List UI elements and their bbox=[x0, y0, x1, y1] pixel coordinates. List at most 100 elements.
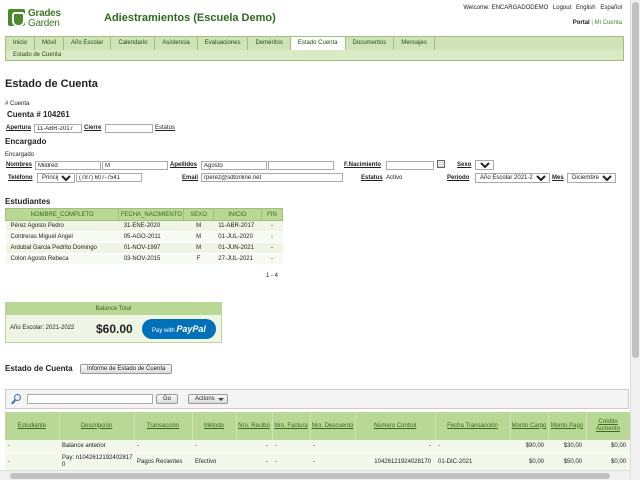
grades-garden-logo[interactable]: Grades Garden bbox=[8, 7, 78, 31]
search-icon[interactable] bbox=[10, 393, 24, 405]
sexo-select[interactable]: F bbox=[475, 160, 494, 170]
cell-numero-control: - bbox=[355, 440, 435, 454]
cell-nro-recibo: - bbox=[236, 453, 272, 472]
col-descripcion[interactable]: Descripción bbox=[59, 412, 135, 440]
cell-nombre: Contreras Miguel Angel bbox=[5, 231, 119, 243]
col-nro-descuento[interactable]: Nro. Descuento bbox=[310, 412, 356, 440]
paypal-button[interactable]: Pay with PayPal bbox=[142, 319, 216, 339]
user-menu: Welcome: ENCARGADODEMO Logout English Es… bbox=[460, 5, 622, 11]
horizontal-scroll-thumb[interactable] bbox=[10, 473, 610, 479]
cell-inicio: 01-JUN-2021 bbox=[213, 242, 262, 254]
subnav-estado-de-cuenta[interactable]: Estado de Cuenta bbox=[13, 52, 61, 58]
encargado-heading: Encargado bbox=[5, 137, 47, 146]
col-numero-control[interactable]: Número Control bbox=[355, 412, 436, 440]
table-row: Pérez Agosto Pedro 31-ENE-2020 M 11-ABR-… bbox=[5, 220, 283, 232]
cell-fecha: 03-NOV-2015 bbox=[118, 253, 184, 265]
mi-cuenta-link[interactable]: Mi Cuenta bbox=[595, 20, 622, 26]
logout-link[interactable]: Logout bbox=[553, 5, 571, 11]
col-sexo[interactable]: SEXO bbox=[183, 208, 214, 221]
estatus-label: Estatus bbox=[155, 125, 176, 131]
col-nombre[interactable]: NOMBRE_COMPLETO bbox=[4, 208, 120, 221]
telefono-tipo-select[interactable]: Principal bbox=[37, 173, 75, 183]
vertical-scroll-thumb[interactable] bbox=[632, 2, 639, 358]
vertical-scrollbar[interactable] bbox=[630, 0, 640, 480]
col-fecha-nacimiento[interactable]: FECHA_NACIMIENTO bbox=[118, 208, 185, 221]
tab-calendario[interactable]: Calendario bbox=[111, 37, 156, 50]
col-fin[interactable]: FIN bbox=[261, 208, 283, 221]
cell-monto-cargo: $90,00 bbox=[510, 440, 548, 454]
tab-documentos[interactable]: Documentos bbox=[346, 37, 395, 50]
cell-nro-descuento: - bbox=[310, 453, 355, 472]
telefono-field[interactable] bbox=[76, 173, 142, 182]
col-inicio[interactable]: INICIO bbox=[212, 208, 263, 221]
col-nro-recibo[interactable]: Nro. Recibo bbox=[236, 412, 273, 440]
cell-fin: - bbox=[261, 231, 283, 243]
col-credito-aumento[interactable]: Crédito Aumento bbox=[586, 412, 631, 440]
tab-mensajes[interactable]: Mensajes bbox=[394, 37, 435, 50]
cell-sexo: M bbox=[183, 242, 214, 254]
school-name: Adiestramientos (Escuela Demo) bbox=[104, 12, 276, 24]
mes-select[interactable]: Diciembre bbox=[567, 173, 616, 183]
tab-estado-cuenta[interactable]: Estado Cuenta bbox=[290, 37, 346, 51]
col-monto-pago[interactable]: Monto Pago bbox=[548, 412, 587, 440]
segundo-apellido-field[interactable] bbox=[268, 161, 334, 170]
horizontal-scrollbar[interactable] bbox=[0, 470, 630, 480]
cell-nro-descuento: - bbox=[310, 440, 355, 454]
apellido-field[interactable] bbox=[201, 161, 267, 170]
table-row: - Pay: n10426121924028170 Pagos Reciente… bbox=[5, 453, 630, 472]
informe-estado-cuenta-button[interactable]: Informe de Estado de Cuenta bbox=[80, 364, 173, 374]
cell-transaccion: Pagos Recientes bbox=[134, 453, 192, 472]
email-field[interactable] bbox=[201, 173, 343, 182]
chevron-down-icon bbox=[217, 398, 224, 401]
col-metodo[interactable]: Método bbox=[192, 412, 237, 440]
email-label: Email bbox=[182, 175, 199, 181]
page-title: Estado de Cuenta bbox=[5, 78, 98, 90]
portal-link[interactable]: Portal bbox=[573, 20, 590, 26]
cell-monto-pago: $50,00 bbox=[548, 453, 586, 472]
cell-monto-pago: $30,00 bbox=[548, 440, 586, 454]
num-cuenta-label: # Cuenta bbox=[5, 101, 30, 107]
balance-panel: Balance Total Año Escolar: 2021-2022 $60… bbox=[5, 302, 222, 343]
sexo-label: Sexo bbox=[457, 162, 472, 168]
col-fecha-transaccion[interactable]: Fecha Transacción bbox=[435, 412, 511, 440]
cell-fecha: 05-AGO-2011 bbox=[118, 231, 184, 243]
nacimiento-field[interactable] bbox=[386, 161, 434, 170]
tab-ano-escolar[interactable]: Año Escolar bbox=[64, 37, 112, 50]
col-nro-factura[interactable]: Nro. Factura bbox=[272, 412, 311, 440]
segundo-nombre-field[interactable] bbox=[102, 161, 168, 170]
apellidos-label: Apellidos bbox=[170, 162, 198, 168]
tab-evaluaciones[interactable]: Evaluaciones bbox=[198, 37, 249, 50]
espanol-link[interactable]: Español bbox=[600, 5, 622, 11]
portal-links: Portal | Mi Cuenta bbox=[573, 20, 622, 26]
english-link[interactable]: English bbox=[576, 5, 596, 11]
cell-inicio: 01-JUL-2020 bbox=[213, 231, 262, 243]
col-monto-cargo[interactable]: Monto Cargo bbox=[510, 412, 549, 440]
estatus-encargado-label: Estatus bbox=[361, 175, 383, 181]
tab-inicio[interactable]: Inicio bbox=[6, 37, 36, 50]
cell-nombre: Colon Agosto Rebeca bbox=[5, 253, 119, 265]
cell-numero-control: 10426121924028170 bbox=[355, 453, 435, 472]
cell-fin: - bbox=[261, 253, 283, 265]
cierre-field[interactable] bbox=[105, 124, 153, 133]
search-input[interactable] bbox=[27, 394, 153, 404]
col-transaccion[interactable]: Transacción bbox=[134, 412, 193, 440]
nombres-label: Nombres bbox=[6, 162, 33, 168]
tab-movil[interactable]: Móvil bbox=[35, 37, 65, 50]
go-button[interactable]: Go bbox=[156, 394, 179, 404]
actions-menu-button[interactable]: Actions bbox=[188, 394, 228, 404]
periodo-select[interactable]: Año Escolar 2021-22 bbox=[475, 173, 550, 183]
paypal-logo: PayPal bbox=[176, 324, 206, 334]
cell-fecha: 01-NOV-1997 bbox=[118, 242, 184, 254]
col-estudiante[interactable]: Estudiante bbox=[5, 412, 60, 440]
apertura-field[interactable] bbox=[34, 124, 82, 133]
tab-asistencia[interactable]: Asistencia bbox=[155, 37, 198, 50]
nombre-field[interactable] bbox=[35, 161, 101, 170]
estudiantes-table: NOMBRE_COMPLETO FECHA_NACIMIENTO SEXO IN… bbox=[4, 208, 283, 265]
logo-text-line2: Garden bbox=[28, 18, 60, 29]
cell-sexo: M bbox=[183, 220, 214, 232]
cell-fecha: 31-ENE-2020 bbox=[118, 220, 184, 232]
cell-metodo: Efectivo bbox=[192, 453, 236, 472]
cell-monto-cargo: $0,00 bbox=[510, 453, 548, 472]
calendar-icon[interactable] bbox=[437, 160, 445, 168]
tab-demeritos[interactable]: Deméritos bbox=[248, 37, 291, 50]
